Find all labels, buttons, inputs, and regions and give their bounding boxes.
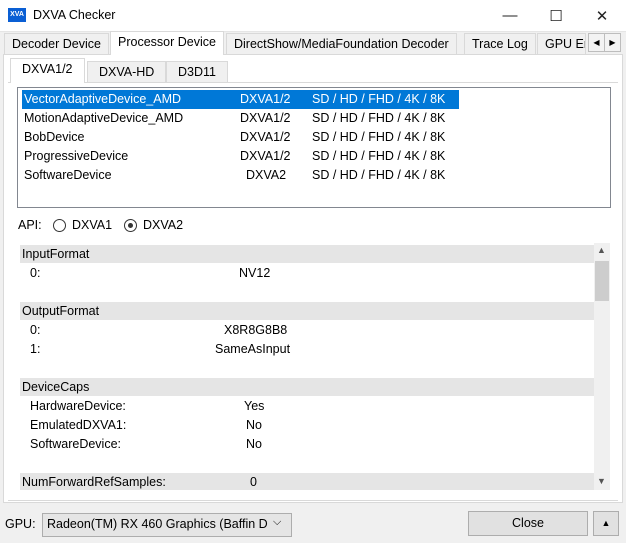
device-api: DXVA1/2 xyxy=(240,130,291,144)
radio-dxva1[interactable] xyxy=(53,219,66,232)
caps-key: EmulatedDXVA1: xyxy=(30,418,127,432)
output-format-header: OutputFormat xyxy=(20,302,596,320)
device-api: DXVA1/2 xyxy=(240,92,291,106)
tab-processor-device[interactable]: Processor Device xyxy=(110,31,224,55)
device-res: SD / HD / FHD / 4K / 8K xyxy=(312,149,446,163)
scroll-down-icon[interactable]: ▼ xyxy=(597,476,606,486)
scroll-thumb[interactable] xyxy=(595,261,609,301)
nfr-label: NumForwardRefSamples: xyxy=(22,475,166,489)
radio-selected-icon xyxy=(128,223,133,228)
subtab-d3d11[interactable]: D3D11 xyxy=(166,61,228,82)
device-res: SD / HD / FHD / 4K / 8K xyxy=(312,130,446,144)
output-key: 0: xyxy=(30,323,41,337)
device-caps-header: DeviceCaps xyxy=(20,378,596,396)
input-value: NV12 xyxy=(239,266,271,280)
list-item[interactable]: VectorAdaptiveDevice_AMD DXVA1/2 SD / HD… xyxy=(22,90,607,109)
nfr-value: 0 xyxy=(250,475,257,489)
caps-value: Yes xyxy=(244,399,265,413)
close-window-button[interactable]: ✕ xyxy=(579,0,625,31)
caps-key: SoftwareDevice: xyxy=(30,437,122,451)
device-list[interactable]: VectorAdaptiveDevice_AMD DXVA1/2 SD / HD… xyxy=(17,87,611,208)
output-key: 1: xyxy=(30,342,41,356)
list-item[interactable]: BobDevice DXVA1/2 SD / HD / FHD / 4K / 8… xyxy=(22,128,607,147)
window-title: DXVA Checker xyxy=(33,8,116,22)
list-item[interactable]: MotionAdaptiveDevice_AMD DXVA1/2 SD / HD… xyxy=(22,109,607,128)
tab-directshow-mediafoundation[interactable]: DirectShow/MediaFoundation Decoder xyxy=(226,33,457,54)
maximize-button[interactable]: ☐ xyxy=(533,0,579,31)
num-forward-ref-header: NumForwardRefSamples: 0 xyxy=(20,473,596,490)
close-button[interactable]: Close xyxy=(468,511,588,536)
radio-dxva1-label[interactable]: DXVA1 xyxy=(72,218,112,232)
gpu-dropdown[interactable]: Radeon(TM) RX 460 Graphics (Baffin D ⌵ xyxy=(42,513,292,537)
title-bar: XVA DXVA Checker — ☐ ✕ xyxy=(0,0,626,32)
device-name: BobDevice xyxy=(24,130,85,144)
subtab-dxva12[interactable]: DXVA1/2 xyxy=(10,58,85,83)
details-scrollbar[interactable]: ▲ ▼ xyxy=(594,243,610,490)
chevron-down-icon: ⌵ xyxy=(273,516,282,528)
device-res: SD / HD / FHD / 4K / 8K xyxy=(312,168,446,182)
device-res: SD / HD / FHD / 4K / 8K xyxy=(312,92,446,106)
radio-dxva2[interactable] xyxy=(124,219,137,232)
details-pane[interactable]: InputFormat 0: NV12 OutputFormat 0: X8R8… xyxy=(17,243,610,490)
caps-key: HardwareDevice: xyxy=(30,399,126,413)
radio-dxva2-label[interactable]: DXVA2 xyxy=(143,218,183,232)
device-name: ProgressiveDevice xyxy=(24,149,129,163)
scroll-up-icon[interactable]: ▲ xyxy=(597,245,606,255)
tab-trace-log[interactable]: Trace Log xyxy=(464,33,536,54)
device-api: DXVA1/2 xyxy=(240,111,291,125)
list-item[interactable]: ProgressiveDevice DXVA1/2 SD / HD / FHD … xyxy=(22,147,607,166)
subtab-dxva-hd[interactable]: DXVA-HD xyxy=(87,61,167,82)
caps-value: No xyxy=(246,418,262,432)
output-value: SameAsInput xyxy=(215,342,291,356)
collapse-up-button[interactable]: ▲ xyxy=(593,511,619,536)
device-api: DXVA1/2 xyxy=(240,149,291,163)
device-name: SoftwareDevice xyxy=(24,168,112,182)
input-key: 0: xyxy=(30,266,41,280)
tab-scroll-left-icon[interactable]: ◀ xyxy=(588,33,605,52)
tab-gpu-engine[interactable]: GPU En xyxy=(537,33,586,54)
gpu-label: GPU: xyxy=(5,517,36,531)
output-value: X8R8G8B8 xyxy=(224,323,288,337)
minimize-button[interactable]: — xyxy=(487,0,533,31)
device-res: SD / HD / FHD / 4K / 8K xyxy=(312,111,446,125)
api-label: API: xyxy=(18,218,42,232)
list-item[interactable]: SoftwareDevice DXVA2 SD / HD / FHD / 4K … xyxy=(22,166,607,185)
device-api: DXVA2 xyxy=(246,168,287,182)
device-name: VectorAdaptiveDevice_AMD xyxy=(24,92,182,106)
tab-decoder-device[interactable]: Decoder Device xyxy=(4,33,109,54)
device-name: MotionAdaptiveDevice_AMD xyxy=(24,111,184,125)
app-icon: XVA xyxy=(8,8,26,22)
input-format-header: InputFormat xyxy=(20,245,596,263)
caps-value: No xyxy=(246,437,262,451)
tab-scroll-right-icon[interactable]: ▶ xyxy=(604,33,621,52)
gpu-dropdown-value: Radeon(TM) RX 460 Graphics (Baffin D xyxy=(47,517,268,531)
